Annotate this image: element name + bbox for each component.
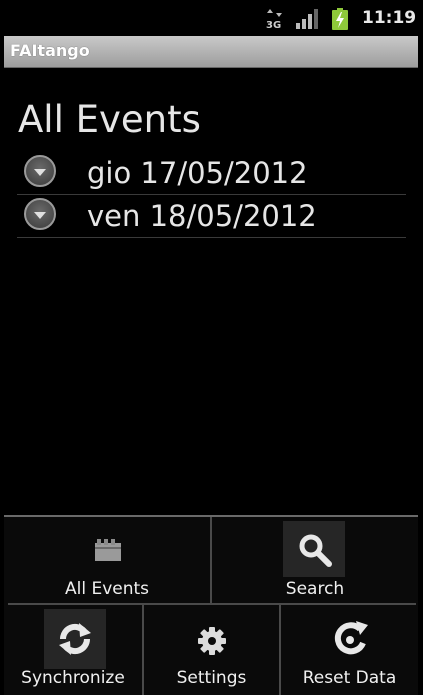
event-date-label: ven 18/05/2012 [87,199,317,233]
menu-label: Synchronize [21,668,125,688]
gear-icon [198,627,226,655]
calendar-icon [95,539,121,561]
battery-charging-icon [332,8,348,30]
list-item[interactable]: gio 17/05/2012 [17,152,406,195]
expand-arrow-icon[interactable] [24,155,56,187]
svg-text:3G: 3G [266,20,281,29]
sync-icon [59,623,91,655]
menu-label: Search [285,579,345,599]
app-title: FAItango [10,41,90,60]
menu-synchronize-button[interactable]: Synchronize [4,605,142,695]
menu-all-events-button[interactable]: All Events [4,517,210,603]
menu-label: Settings [176,668,247,688]
menu-label: Reset Data [302,668,397,688]
search-icon [299,534,332,567]
signal-icon [296,9,318,29]
expand-arrow-icon[interactable] [24,198,56,230]
page-title: All Events [18,98,201,141]
list-item[interactable]: ven 18/05/2012 [17,195,406,238]
menu-settings-button[interactable]: Settings [144,605,279,695]
app-title-bar: FAItango [4,36,418,68]
menu-label: All Events [64,579,150,599]
reset-icon [334,621,368,655]
menu-search-button[interactable]: Search [212,517,418,603]
menu-reset-data-button[interactable]: Reset Data [281,605,418,695]
event-list: gio 17/05/2012 ven 18/05/2012 [17,152,406,238]
network-3g-icon: 3G [266,9,282,29]
event-date-label: gio 17/05/2012 [87,156,308,190]
status-bar: 3G 11:19 [0,0,423,36]
clock: 11:19 [362,8,417,28]
